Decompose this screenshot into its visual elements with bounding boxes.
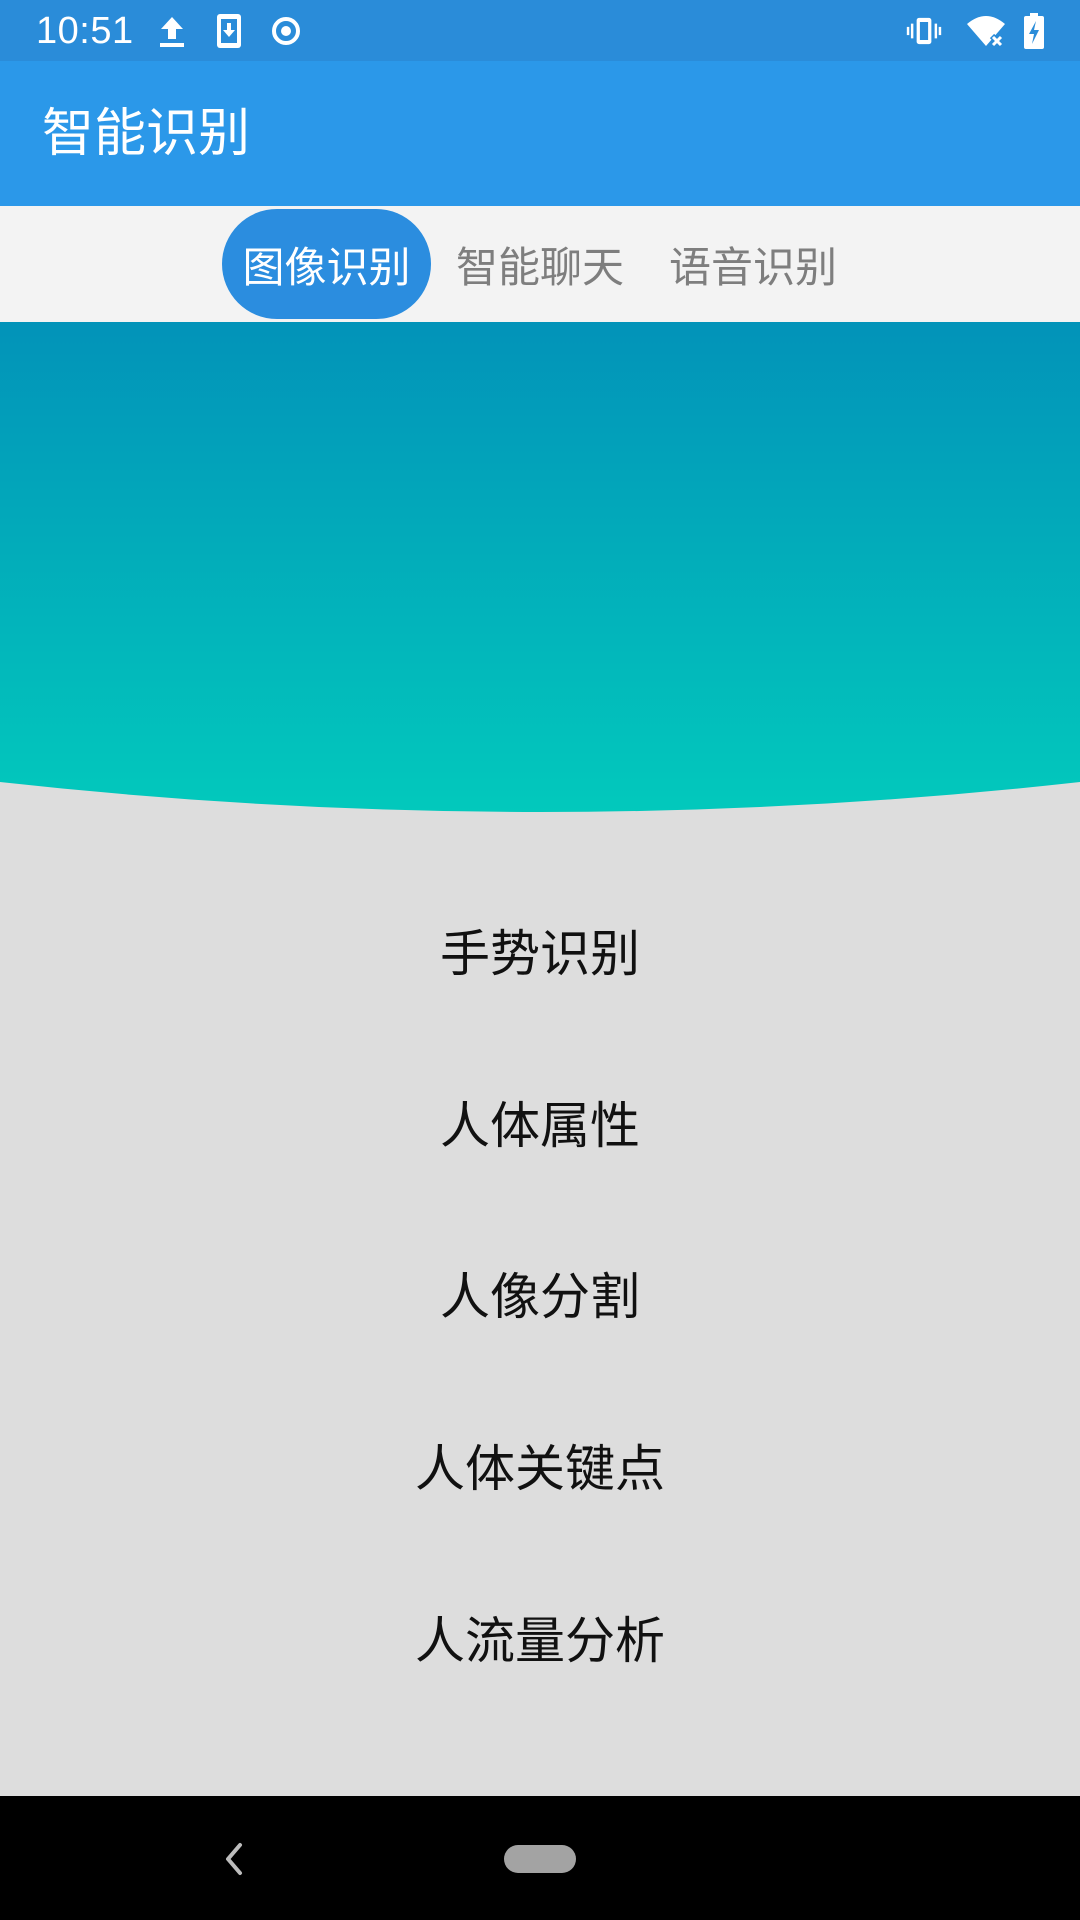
- record-icon: [272, 17, 300, 45]
- battery-charging-icon: [1024, 13, 1044, 49]
- nav-bar: [0, 1796, 1080, 1920]
- banner: [0, 322, 1080, 812]
- tab-image-recognition[interactable]: 图像识别: [222, 209, 431, 319]
- tab-strip: 图像识别 智能聊天 语音识别: [0, 206, 1080, 322]
- menu-item-body-attributes[interactable]: 人体属性: [0, 1062, 1080, 1182]
- menu-item-gesture-recognition[interactable]: 手势识别: [0, 890, 1080, 1010]
- menu-item-body-keypoints[interactable]: 人体关键点: [0, 1405, 1080, 1525]
- download-phone-icon: [217, 14, 241, 48]
- tab-smart-chat[interactable]: 智能聊天: [445, 206, 635, 322]
- app-bar: 智能识别: [0, 61, 1080, 206]
- status-time: 10:51: [36, 10, 134, 52]
- tab-voice-recognition[interactable]: 语音识别: [658, 206, 848, 322]
- app-title: 智能识别: [42, 104, 251, 164]
- upload-icon: [160, 17, 184, 47]
- menu-item-crowd-analysis[interactable]: 人流量分析: [0, 1577, 1080, 1697]
- vibrate-icon: [906, 17, 942, 45]
- home-pill-icon[interactable]: [503, 1844, 577, 1874]
- menu-item-portrait-segmentation[interactable]: 人像分割: [0, 1233, 1080, 1353]
- back-icon[interactable]: [222, 1841, 246, 1877]
- status-bar: 10:51: [0, 0, 1080, 61]
- wifi-icon: [967, 16, 1005, 49]
